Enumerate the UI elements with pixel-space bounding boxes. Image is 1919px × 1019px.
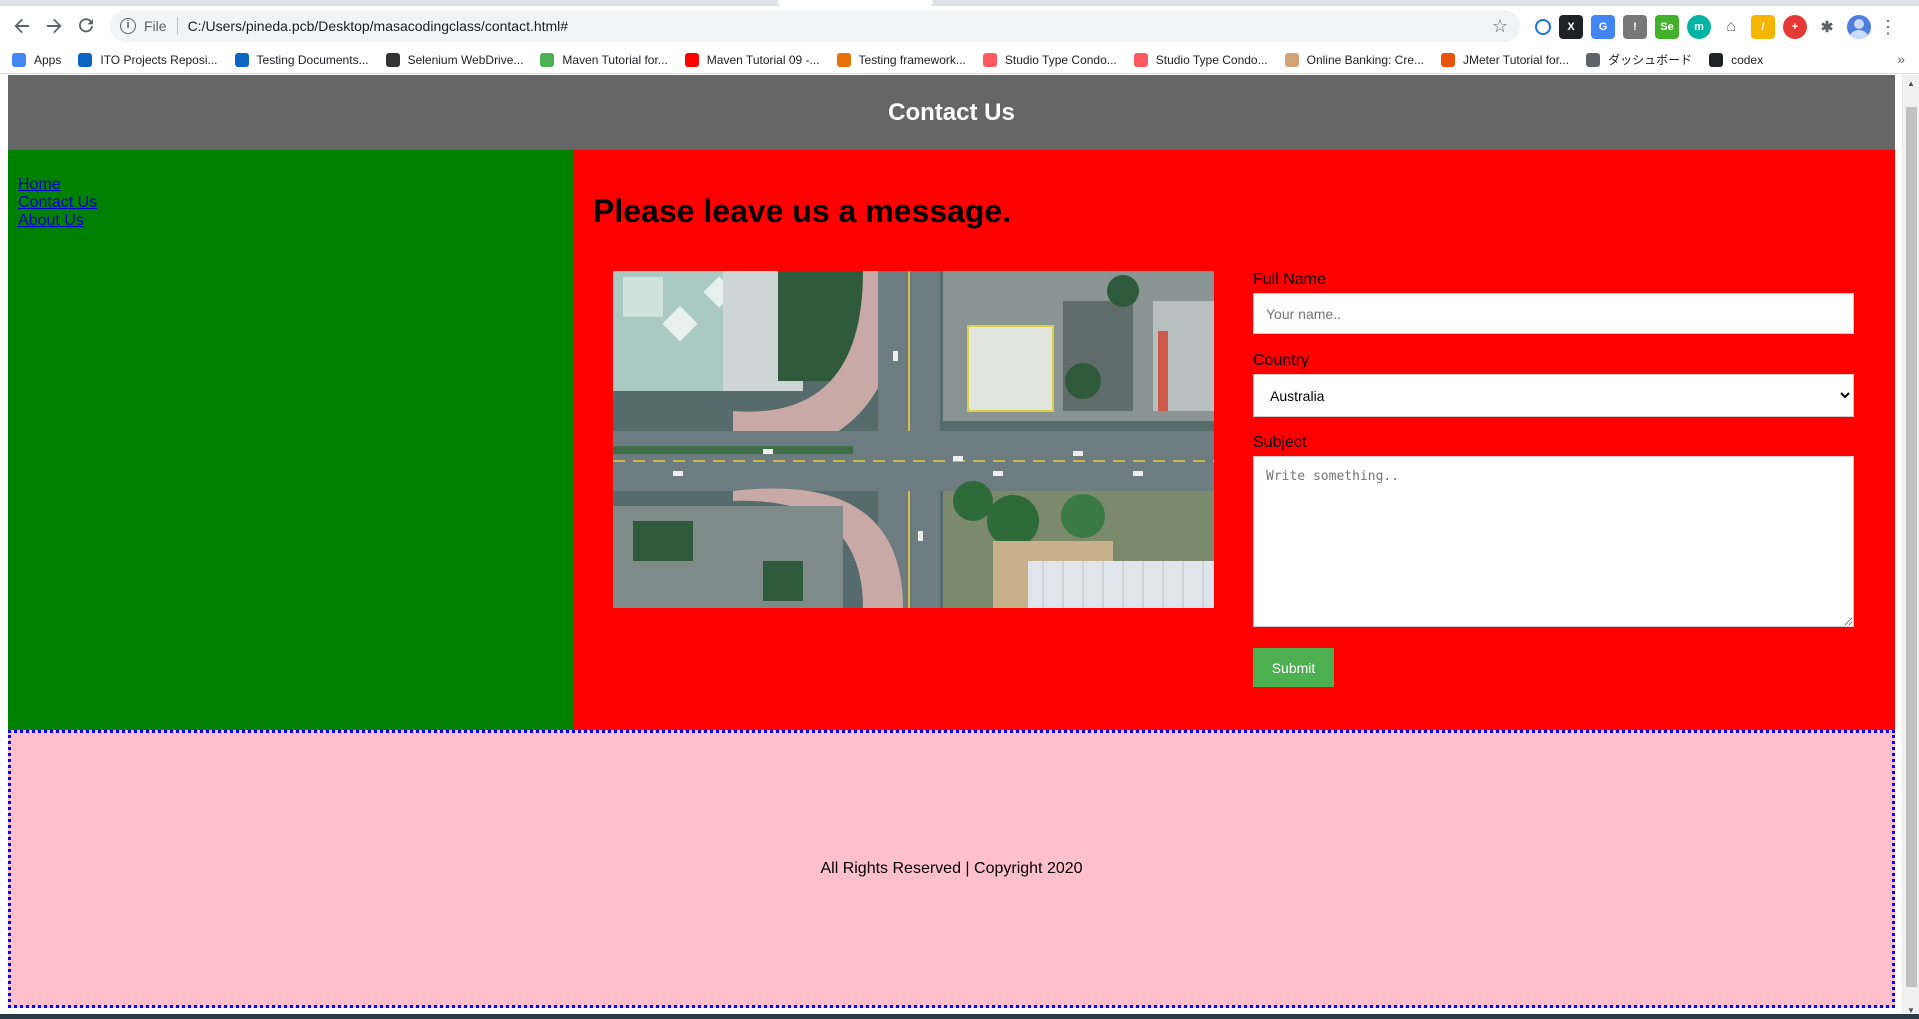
nav-link-about-us[interactable]: About Us [18,212,563,230]
home-icon[interactable]: ⌂ [1719,15,1743,39]
bookmarks-overflow-icon[interactable]: » [1897,51,1905,67]
bookmark-label: Studio Type Condo... [1155,52,1268,67]
bookmark-favicon-icon [1586,52,1601,67]
bookmark-favicon-icon [385,52,400,67]
bookmark-item[interactable]: Studio Type Condo... [1133,52,1268,67]
contact-form: Full Name Country Australia Subject Subm… [1253,271,1854,687]
back-arrow-icon[interactable] [6,10,38,42]
bookmark-favicon-icon [1284,52,1299,67]
scheme-label: File [144,18,167,34]
extension-icon[interactable]: ! [1623,15,1647,39]
nav-link-contact-us[interactable]: Contact Us [18,194,563,212]
extension-icon[interactable]: X [1559,15,1583,39]
side-nav: Home Contact Us About Us [8,150,573,730]
scroll-up-icon[interactable]: ▲ [1907,79,1915,88]
bookmark-label: Maven Tutorial 09 -... [706,52,820,67]
bookmark-label: codex [1731,52,1764,67]
browser-toolbar: i File C:/Users/pineda.pcb/Desktop/masac… [0,6,1919,46]
page-title: Contact Us [888,98,1015,126]
extension-icon[interactable]: m [1687,15,1711,39]
bookmark-label: Online Banking: Cre... [1306,52,1425,67]
bookmarks-bar: Apps ITO Projects Reposi... Testing Docume… [0,46,1919,74]
omnibox-divider [176,17,178,35]
address-bar[interactable]: i File C:/Users/pineda.pcb/Desktop/masac… [110,10,1520,42]
bookmark-item[interactable]: Selenium WebDrive... [385,52,524,67]
bookmark-item[interactable]: Apps [12,52,62,67]
bookmark-label: Testing framework... [858,52,966,67]
bookmark-favicon-icon [540,52,555,67]
bookmark-favicon-icon [836,52,851,67]
bookmark-favicon-icon [982,52,997,67]
message-heading: Please leave us a message. [593,193,1012,229]
page-viewport: Contact Us Home Contact Us About Us Plea… [0,75,1919,1019]
forward-arrow-icon[interactable] [38,10,70,42]
bookmark-label: Studio Type Condo... [1004,52,1117,67]
copyright-text: All Rights Reserved | Copyright 2020 [820,860,1083,877]
bookmark-item[interactable]: ダッシュボード [1586,51,1692,68]
bookmark-item[interactable]: Maven Tutorial for... [540,52,668,67]
extensions-area: X G ! Se m ⌂ / + ✱ ⋮ [1535,15,1897,39]
fullname-input[interactable] [1253,293,1854,334]
subject-textarea[interactable] [1253,456,1854,627]
content-row: Home Contact Us About Us Please leave us… [8,150,1895,730]
bookmark-label: ITO Projects Reposi... [100,52,218,67]
bookmark-item[interactable]: Studio Type Condo... [982,52,1117,67]
taskbar-edge [0,1014,1919,1019]
bookmark-item[interactable]: ITO Projects Reposi... [78,52,218,67]
bookmark-label: Testing Documents... [256,52,369,67]
bookmark-item[interactable]: Online Banking: Cre... [1284,52,1425,67]
extension-icon[interactable]: + [1783,15,1807,39]
country-label: Country [1253,352,1310,369]
reload-icon[interactable] [70,10,102,42]
profile-avatar[interactable] [1847,15,1871,39]
nav-link-home[interactable]: Home [18,176,563,194]
bookmark-favicon-icon [1441,52,1456,67]
fullname-label: Full Name [1253,271,1326,288]
bookmark-item[interactable]: JMeter Tutorial for... [1441,52,1570,67]
vertical-scrollbar[interactable]: ▲ ▼ [1902,75,1919,1019]
bookmark-item[interactable]: codex [1709,52,1764,67]
bookmark-label: JMeter Tutorial for... [1463,52,1570,67]
bookmark-label: Maven Tutorial for... [562,52,668,67]
bookmark-label: Selenium WebDrive... [407,52,524,67]
extension-icon[interactable] [1535,19,1551,35]
subject-label: Subject [1253,434,1307,451]
selenium-icon[interactable]: Se [1655,15,1679,39]
country-select[interactable]: Australia [1253,374,1854,417]
bookmark-favicon-icon [684,52,699,67]
bookmark-item[interactable]: Testing framework... [836,52,966,67]
bookmark-label: ダッシュボード [1608,53,1693,67]
bookmark-item[interactable]: Maven Tutorial 09 -... [684,52,820,67]
bookmark-label: Apps [34,52,62,67]
apps-grid-icon [12,52,26,67]
bookmark-star-icon[interactable]: ☆ [1492,16,1508,37]
menu-kebab-icon[interactable]: ⋮ [1879,17,1897,38]
extension-icon[interactable]: / [1751,15,1775,39]
main-content: Please leave us a message. Full Name You… [573,150,1895,730]
bookmark-favicon-icon [234,52,249,67]
submit-button[interactable]: Submit [1253,648,1334,687]
translate-icon[interactable]: G [1591,15,1615,39]
bookmark-favicon-icon [78,52,93,67]
bookmark-favicon-icon [1133,52,1148,67]
page: Contact Us Home Contact Us About Us Plea… [8,75,1895,1008]
page-footer: All Rights Reserved | Copyright 2020 [8,730,1895,1008]
page-header: Contact Us [8,75,1895,150]
info-icon[interactable]: i [120,18,136,34]
aerial-city-image [613,271,1214,608]
bookmark-favicon-icon [1709,52,1724,67]
puzzle-icon[interactable]: ✱ [1815,15,1839,39]
scrollbar-thumb[interactable] [1906,107,1917,987]
url-text[interactable]: C:/Users/pineda.pcb/Desktop/masacodingcl… [188,18,569,34]
bookmark-item[interactable]: Testing Documents... [234,52,369,67]
